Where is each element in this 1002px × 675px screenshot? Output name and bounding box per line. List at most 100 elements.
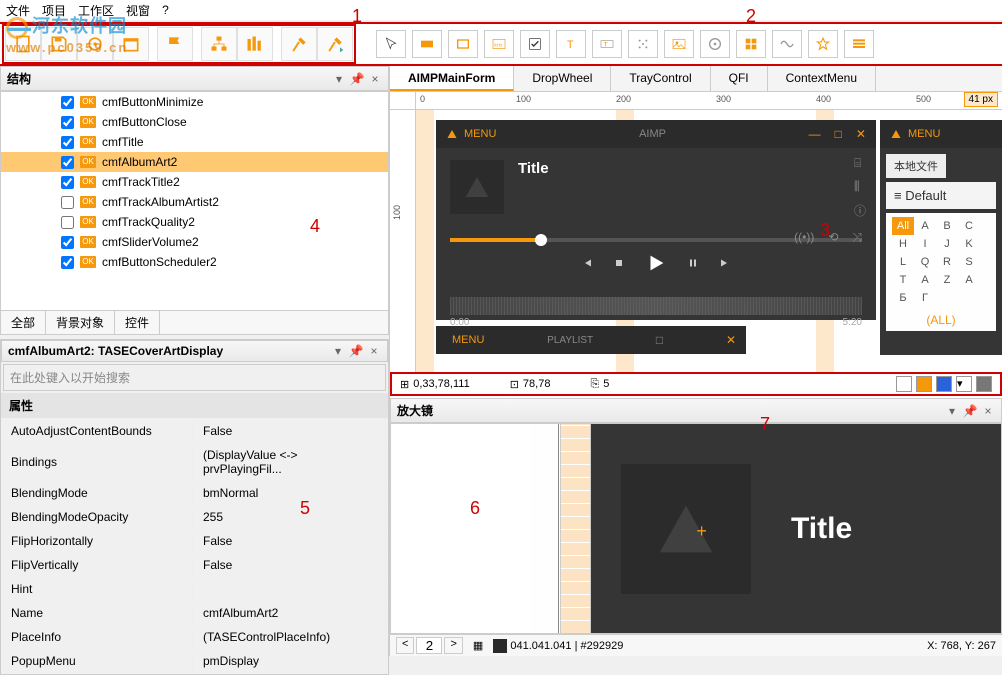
waveform[interactable]: [450, 297, 862, 315]
player-menu-button[interactable]: MENU: [446, 128, 496, 140]
property-row[interactable]: AutoAdjustContentBoundsFalse: [3, 420, 386, 442]
swatch-orange[interactable]: [916, 376, 932, 392]
panel-pin-icon[interactable]: 📌: [963, 404, 977, 418]
archive-button[interactable]: [113, 27, 149, 61]
grid-toggle-icon[interactable]: ▦: [473, 639, 483, 652]
alpha-letter[interactable]: All: [892, 217, 914, 235]
alpha-letter[interactable]: J: [936, 235, 958, 253]
tree-item[interactable]: OKcmfTitle: [1, 132, 388, 152]
alpha-all[interactable]: (ALL): [892, 307, 990, 327]
swatch-white[interactable]: [896, 376, 912, 392]
alpha-letter[interactable]: A: [914, 217, 936, 235]
minimize-icon[interactable]: —: [809, 127, 821, 141]
khz-tool[interactable]: kHz: [484, 30, 514, 58]
next-button[interactable]: [719, 257, 731, 272]
hammer-button[interactable]: [281, 27, 317, 61]
property-table[interactable]: AutoAdjustContentBoundsFalseBindings(Dis…: [1, 418, 388, 674]
wave-tool[interactable]: [772, 30, 802, 58]
zoom-out-button[interactable]: <: [396, 637, 414, 654]
tree-item[interactable]: OKcmfTrackTitle2: [1, 172, 388, 192]
property-row[interactable]: FlipVerticallyFalse: [3, 554, 386, 576]
alpha-letter[interactable]: Q: [914, 253, 936, 271]
form-tab[interactable]: AIMPMainForm: [390, 66, 514, 91]
form-tab[interactable]: TrayControl: [611, 66, 710, 91]
image-tool[interactable]: [664, 30, 694, 58]
zoom-in-button[interactable]: >: [444, 637, 462, 654]
playlist-window[interactable]: MENU PLAYLIST □ ✕: [436, 326, 746, 354]
library-default[interactable]: Default: [886, 182, 996, 209]
property-row[interactable]: PlaceInfo(TASEControlPlaceInfo): [3, 626, 386, 648]
panel-menu-icon[interactable]: ▾: [945, 404, 959, 418]
alpha-letter[interactable]: B: [936, 217, 958, 235]
alpha-letter[interactable]: А: [958, 271, 980, 289]
stop-button[interactable]: [613, 257, 625, 272]
playlist-max-icon[interactable]: □: [656, 333, 663, 347]
prev-button[interactable]: [581, 257, 593, 272]
panel-menu-icon[interactable]: ▾: [331, 344, 345, 358]
shuffle-icon[interactable]: ⤨: [852, 230, 862, 245]
aimp-main-window[interactable]: MENU AIMP — □ ✕ Title ⌸ ⫼: [436, 120, 876, 320]
panel-close-icon[interactable]: ×: [368, 72, 382, 86]
menu-help[interactable]: ?: [162, 3, 169, 17]
alpha-letter[interactable]: K: [958, 235, 980, 253]
alpha-letter[interactable]: A: [914, 271, 936, 289]
alpha-letter[interactable]: C: [958, 217, 980, 235]
dots-tool[interactable]: [628, 30, 658, 58]
menu-workspace[interactable]: 工作区: [78, 2, 114, 19]
panel-close-icon[interactable]: ×: [981, 404, 995, 418]
property-value[interactable]: False: [195, 554, 386, 576]
tree-item[interactable]: OKcmfTrackQuality2: [1, 212, 388, 232]
ok-tool[interactable]: [412, 30, 442, 58]
property-row[interactable]: Hint: [3, 578, 386, 600]
menu-file[interactable]: 文件: [6, 2, 30, 19]
tree-item[interactable]: OKcmfButtonClose: [1, 112, 388, 132]
tab-all[interactable]: 全部: [1, 311, 46, 334]
alpha-letter[interactable]: H: [892, 235, 914, 253]
tree-checkbox[interactable]: [61, 196, 74, 209]
pause-button[interactable]: [687, 257, 699, 272]
tree-checkbox[interactable]: [61, 136, 74, 149]
property-row[interactable]: FlipHorizontallyFalse: [3, 530, 386, 552]
grid-tool[interactable]: [736, 30, 766, 58]
property-value[interactable]: False: [195, 420, 386, 442]
radio-icon[interactable]: ((•)): [794, 230, 814, 245]
settings-button[interactable]: [77, 27, 113, 61]
menu-project[interactable]: 项目: [42, 2, 66, 19]
panel-pin-icon[interactable]: 📌: [350, 72, 364, 86]
repeat-icon[interactable]: ⟲: [828, 230, 838, 245]
library-tab[interactable]: 本地文件: [886, 154, 946, 178]
property-row[interactable]: PopupMenupmDisplay: [3, 650, 386, 672]
tree-item[interactable]: OKcmfAlbumArt2: [1, 152, 388, 172]
alpha-letter[interactable]: Z: [936, 271, 958, 289]
panel-close-icon[interactable]: ×: [367, 344, 381, 358]
playlist-menu-button[interactable]: MENU: [446, 334, 484, 346]
panel-menu-icon[interactable]: ▾: [332, 72, 346, 86]
new-button[interactable]: [5, 27, 41, 61]
textbox-tool[interactable]: T: [592, 30, 622, 58]
tree-item[interactable]: OKcmfButtonScheduler2: [1, 252, 388, 272]
property-value[interactable]: cmfAlbumArt2: [195, 602, 386, 624]
tree-checkbox[interactable]: [61, 156, 74, 169]
alpha-letter[interactable]: R: [936, 253, 958, 271]
tab-controls[interactable]: 控件: [115, 311, 160, 334]
rect-tool[interactable]: [448, 30, 478, 58]
maximize-icon[interactable]: □: [835, 127, 842, 141]
property-row[interactable]: Bindings(DisplayValue <-> prvPlayingFil.…: [3, 444, 386, 480]
alpha-letter[interactable]: Г: [914, 289, 936, 307]
zoom-value[interactable]: [416, 637, 442, 654]
property-value[interactable]: pmDisplay: [195, 650, 386, 672]
property-row[interactable]: BlendingModeOpacity255: [3, 506, 386, 528]
library-panel[interactable]: MENU 本地文件 Default AllABCHIJKLQRSTAZАБГ(A…: [880, 120, 1002, 355]
design-canvas[interactable]: 0 100 200 300 400 500 41 px 100 MENU AIM…: [390, 92, 1002, 372]
alpha-letter[interactable]: S: [958, 253, 980, 271]
property-row[interactable]: BlendingModebmNormal: [3, 482, 386, 504]
save-button[interactable]: [41, 27, 77, 61]
close-icon[interactable]: ✕: [856, 127, 866, 141]
info-icon[interactable]: ⓘ: [854, 202, 866, 219]
tree-item[interactable]: OKcmfButtonMinimize: [1, 92, 388, 112]
star-tool[interactable]: [808, 30, 838, 58]
tree-checkbox[interactable]: [61, 176, 74, 189]
alpha-letter[interactable]: L: [892, 253, 914, 271]
pointer-tool[interactable]: [376, 30, 406, 58]
disc-tool[interactable]: [700, 30, 730, 58]
